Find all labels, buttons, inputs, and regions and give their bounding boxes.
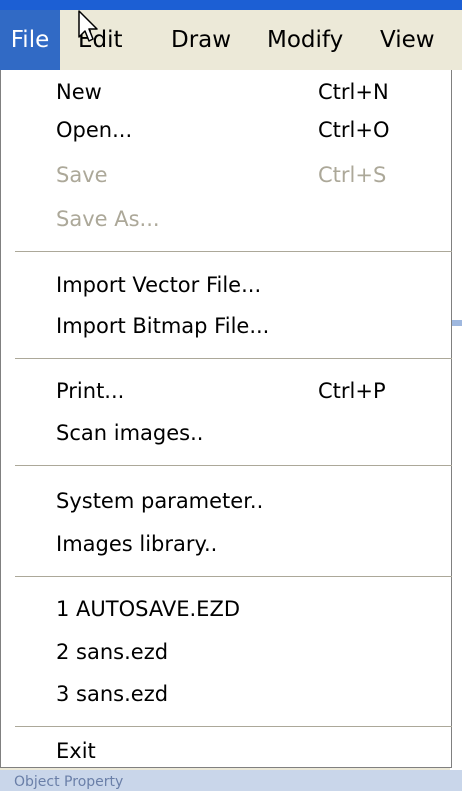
window-title-strip [0, 0, 462, 10]
menu-item-label: Open... [56, 118, 133, 142]
menu-item-label: Import Vector File... [56, 273, 262, 297]
mouse-pointer-icon [78, 10, 98, 42]
menu-item-label: Images library.. [56, 532, 218, 556]
menu-item-images-library[interactable]: Images library.. [1, 525, 451, 563]
menu-item-system-parameter[interactable]: System parameter.. [1, 482, 451, 520]
menu-item-label: System parameter.. [56, 489, 264, 513]
menu-item-print[interactable]: Print... Ctrl+P [1, 372, 451, 410]
menu-item-label: 1 AUTOSAVE.EZD [56, 597, 241, 621]
menu-view[interactable]: View [380, 10, 435, 70]
menu-item-scan[interactable]: Scan images.. [1, 414, 451, 452]
menu-draw[interactable]: Draw [171, 10, 231, 70]
menu-item-recent-3[interactable]: 3 sans.ezd [1, 675, 451, 713]
menu-separator [15, 465, 452, 466]
menu-item-shortcut: Ctrl+S [318, 163, 387, 187]
menu-item-label: 2 sans.ezd [56, 640, 169, 664]
file-menu-dropdown: New Ctrl+N Open... Ctrl+O Save Ctrl+S Sa… [0, 70, 452, 768]
menu-item-import-bitmap[interactable]: Import Bitmap File... [1, 307, 451, 345]
menu-item-exit[interactable]: Exit [1, 732, 451, 770]
menu-item-label: Print... [56, 379, 125, 403]
menu-item-new[interactable]: New Ctrl+N [1, 73, 451, 111]
menu-item-label: 3 sans.ezd [56, 682, 169, 706]
menu-modify[interactable]: Modify [267, 10, 343, 70]
menu-separator [15, 576, 452, 577]
menu-separator [15, 726, 452, 727]
background-panel-title: Object Property [14, 774, 124, 790]
menu-item-label: Save As... [56, 207, 160, 231]
menu-item-label: Exit [56, 739, 96, 763]
menu-item-recent-2[interactable]: 2 sans.ezd [1, 633, 451, 671]
menu-file[interactable]: File [0, 10, 60, 70]
menu-item-label: Save [56, 163, 108, 187]
menu-item-shortcut: Ctrl+N [318, 80, 389, 104]
menu-item-label: New [56, 80, 102, 104]
menu-item-shortcut: Ctrl+P [318, 379, 386, 403]
menu-item-shortcut: Ctrl+O [318, 118, 390, 142]
menu-item-label: Scan images.. [56, 421, 204, 445]
menu-bar: File Edit Draw Modify View [0, 10, 462, 70]
menu-item-open[interactable]: Open... Ctrl+O [1, 111, 451, 149]
menu-item-save-as: Save As... [1, 200, 451, 238]
menu-item-label: Import Bitmap File... [56, 314, 270, 338]
menu-item-recent-1[interactable]: 1 AUTOSAVE.EZD [1, 590, 451, 628]
menu-separator [15, 251, 452, 252]
menu-separator [15, 358, 452, 359]
menu-item-import-vector[interactable]: Import Vector File... [1, 266, 451, 304]
menu-item-save: Save Ctrl+S [1, 156, 451, 194]
